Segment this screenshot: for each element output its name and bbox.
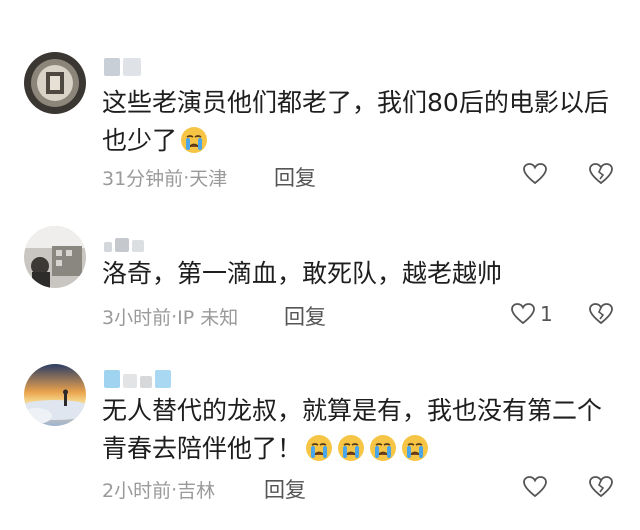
comment-meta: 2小时前 · 吉林 [102,476,215,503]
crying-face-emoji [304,433,334,463]
comment-text-content: 这些老演员他们都老了，我们80后的电影以后也少了 [102,88,609,155]
broken-heart-icon [588,162,614,186]
crying-face-emoji [179,125,209,155]
heart-outline-icon [522,162,548,186]
comment-text: 无人替代的龙叔，就算是有，我也没有第二个青春去陪伴他了！ [102,392,612,468]
broken-heart-icon [588,475,614,499]
like-count: 1 [540,302,553,326]
crying-face-emoji [336,433,366,463]
crying-face-emoji [368,433,398,463]
comment-meta: 31分钟前 · 天津 [102,164,227,191]
broken-heart-icon [588,302,614,326]
comment-meta: 3小时前 · IP 未知 [102,303,238,330]
crying-face-emoji [400,433,430,463]
reply-button[interactable]: 回复 [284,301,326,331]
dislike-button[interactable] [588,302,614,326]
username-blurred[interactable] [104,58,141,76]
username-blurred[interactable] [104,234,144,252]
username-blurred[interactable] [104,370,171,388]
comment-time: 2小时前 [102,480,172,502]
reply-button[interactable]: 回复 [274,162,316,192]
heart-outline-icon [510,302,536,326]
like-button[interactable] [522,162,552,186]
comment-text: 洛奇，第一滴血，敢死队，越老越帅 [102,255,612,293]
avatar[interactable] [24,226,86,288]
avatar[interactable] [24,364,86,426]
comment-text-content: 洛奇，第一滴血，敢死队，越老越帅 [102,259,503,288]
comment-location: IP 未知 [177,307,239,329]
comment-location: 吉林 [177,480,216,502]
avatar[interactable] [24,52,86,114]
like-button[interactable] [522,475,552,499]
comment-time: 3小时前 [102,307,172,329]
dislike-button[interactable] [588,162,614,186]
like-button[interactable]: 1 [510,302,553,326]
comment-time: 31分钟前 [102,168,184,190]
heart-outline-icon [522,475,548,499]
reply-button[interactable]: 回复 [264,474,306,504]
dislike-button[interactable] [588,475,614,499]
comment-location: 天津 [189,168,228,190]
comment-text: 这些老演员他们都老了，我们80后的电影以后也少了 [102,84,612,160]
